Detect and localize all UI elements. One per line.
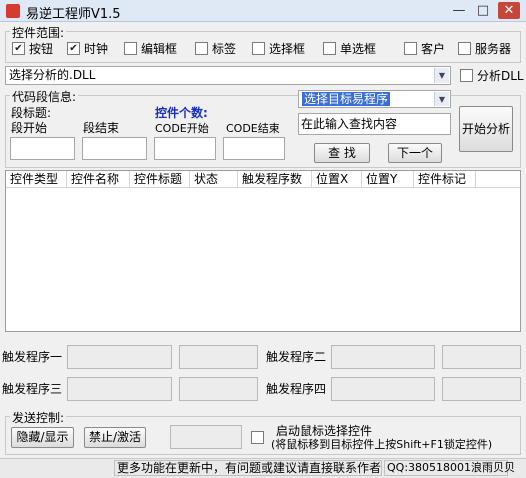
trigger-1-extra-field[interactable] — [179, 345, 258, 369]
column-header-tag[interactable]: 控件标记 — [414, 171, 476, 188]
mouse-select-label: 启动鼠标选择控件 — [276, 424, 373, 438]
column-header-filler — [476, 171, 520, 188]
scope-label-button: 按钮 — [29, 42, 54, 56]
analyze-dll-checkbox[interactable] — [460, 69, 473, 82]
scope-legend: 控件范围: — [10, 24, 67, 41]
scope-label-radio: 单选框 — [340, 42, 377, 56]
trigger-4-extra-field[interactable] — [442, 377, 521, 401]
trigger-3-label: 触发程序三 — [2, 382, 63, 396]
trigger-1-label: 触发程序一 — [2, 350, 63, 364]
scope-checkbox-tag[interactable] — [195, 42, 208, 55]
segment-start-field[interactable] — [10, 137, 75, 160]
scope-checkbox-editbox[interactable] — [124, 42, 137, 55]
code-end-field[interactable] — [223, 137, 285, 160]
status-contact: QQ:380518001浪雨贝贝 — [384, 460, 515, 476]
column-header-state[interactable]: 状态 — [190, 171, 238, 188]
column-header-title[interactable]: 控件标题 — [130, 171, 190, 188]
trigger-1-field[interactable] — [67, 345, 172, 369]
minimize-button[interactable]: — — [448, 2, 470, 19]
scope-checkbox-selectbox[interactable] — [252, 42, 265, 55]
dll-select-value: 选择分析的.DLL — [9, 68, 96, 82]
column-header-pos-x[interactable]: 位置X — [312, 171, 362, 188]
search-input[interactable]: 在此输入查找内容 — [298, 113, 451, 135]
status-message: 更多功能在更新中，有问题或建议请直接联系作者 — [114, 460, 382, 476]
dll-dropdown-chevron-icon[interactable]: ▼ — [434, 68, 449, 83]
analyze-dll-label: 分析DLL — [477, 69, 524, 83]
scope-checkbox-client[interactable] — [404, 42, 417, 55]
column-header-pos-y[interactable]: 位置Y — [362, 171, 414, 188]
send-control-legend: 发送控制: — [10, 409, 67, 426]
column-header-type[interactable]: 控件类型 — [6, 171, 67, 188]
find-button[interactable]: 查 找 — [314, 143, 370, 163]
trigger-3-extra-field[interactable] — [179, 377, 258, 401]
scope-label-tag: 标签 — [212, 42, 237, 56]
segment-end-field[interactable] — [82, 137, 147, 160]
find-next-button[interactable]: 下一个 — [388, 143, 442, 163]
control-count-label: 控件个数: — [155, 106, 208, 120]
trigger-3-field[interactable] — [67, 377, 172, 401]
scope-label-client: 客户 — [421, 42, 446, 56]
dll-select[interactable]: 选择分析的.DLL ▼ — [5, 66, 451, 85]
maximize-button[interactable]: □ — [472, 2, 494, 19]
code-start-field[interactable] — [154, 137, 216, 160]
scope-checkbox-server[interactable] — [458, 42, 471, 55]
close-button[interactable]: ✕ — [498, 2, 520, 19]
scope-checkbox-radio[interactable] — [323, 42, 336, 55]
trigger-2-extra-field[interactable] — [442, 345, 521, 369]
mouse-select-checkbox[interactable] — [251, 431, 264, 444]
window-title: 易逆工程师V1.5 — [26, 7, 121, 22]
disable-enable-button[interactable]: 禁止/激活 — [84, 427, 146, 448]
start-analysis-button[interactable]: 开始分析 — [459, 106, 513, 152]
segment-start-label: 段开始 — [11, 121, 48, 135]
column-header-trigger-count[interactable]: 触发程序数 — [238, 171, 312, 188]
scope-checkbox-button[interactable]: ✔ — [12, 42, 25, 55]
trigger-4-label: 触发程序四 — [266, 382, 327, 396]
trigger-2-label: 触发程序二 — [266, 350, 327, 364]
target-program-select[interactable]: 选择目标易程序 ▼ — [298, 90, 451, 108]
segment-title-label: 段标题: — [11, 106, 52, 120]
target-dropdown-chevron-icon[interactable]: ▼ — [434, 92, 449, 106]
code-info-legend: 代码段信息: — [10, 88, 79, 105]
target-program-value: 选择目标易程序 — [302, 92, 391, 106]
trigger-4-field[interactable] — [331, 377, 435, 401]
scope-label-timer: 时钟 — [84, 42, 109, 56]
send-value-field[interactable] — [170, 425, 242, 449]
hide-show-button[interactable]: 隐藏/显示 — [11, 427, 74, 448]
code-end-label: CODE结束 — [226, 122, 280, 135]
scope-label-editbox: 编辑框 — [141, 42, 178, 56]
segment-end-label: 段结束 — [83, 121, 120, 135]
scope-label-server: 服务器 — [475, 42, 512, 56]
code-start-label: CODE开始 — [155, 122, 209, 135]
scope-checkbox-timer[interactable]: ✔ — [67, 42, 80, 55]
controls-table[interactable]: 控件类型 控件名称 控件标题 状态 触发程序数 位置X 位置Y 控件标记 — [5, 170, 521, 332]
scope-label-selectbox: 选择框 — [269, 42, 306, 56]
column-header-name[interactable]: 控件名称 — [67, 171, 130, 188]
app-icon — [6, 4, 20, 18]
mouse-select-hint: (将鼠标移到目标控件上按Shift+F1锁定控件) — [271, 438, 493, 451]
trigger-2-field[interactable] — [331, 345, 435, 369]
